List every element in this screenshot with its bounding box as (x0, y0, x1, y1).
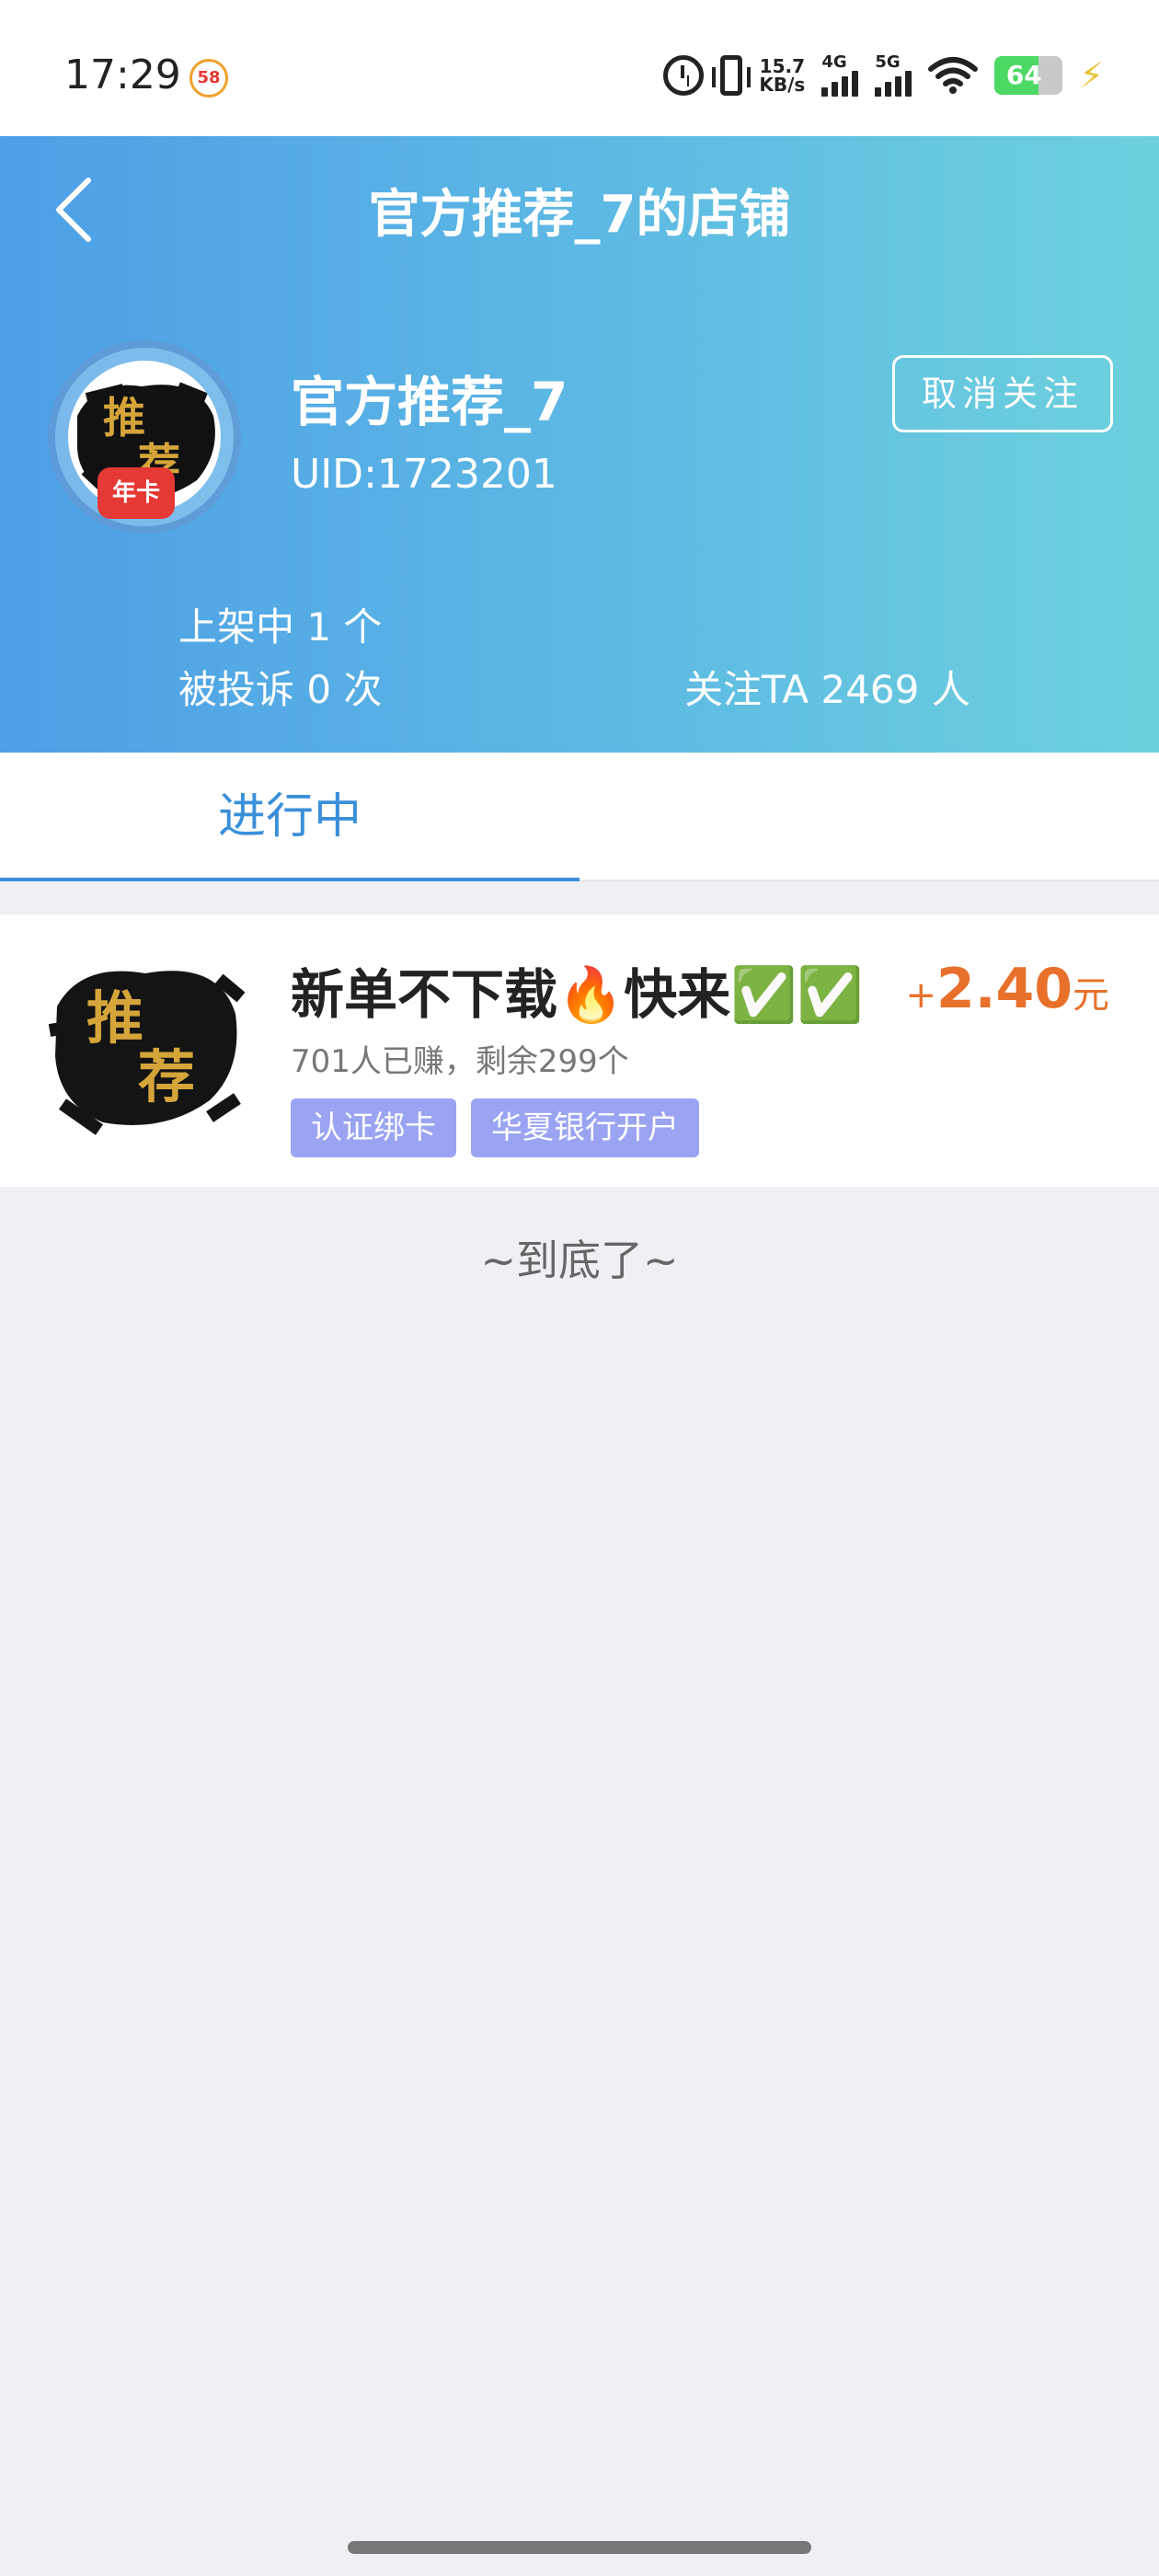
list-end-text: ~到底了~ (480, 1236, 679, 1285)
svg-text:推: 推 (103, 393, 145, 443)
tab-active-indicator (0, 878, 580, 881)
alarm-icon (663, 55, 705, 96)
signal-4g-icon: 4G (821, 52, 859, 97)
vibrate-icon (712, 55, 752, 96)
signal-5g-icon: 5G (875, 54, 912, 97)
network-speed-value: 15.7 (759, 55, 806, 77)
status-icons: 15.7 KB/s 4G 5G 64 ⚡ (663, 48, 1104, 103)
reward-plus: + (905, 974, 936, 1017)
task-reward: +2.40元 (905, 957, 1109, 1021)
page-title: 官方推荐_7的店铺 (368, 185, 791, 245)
unfollow-button[interactable]: 取消关注 (892, 355, 1113, 432)
task-tag: 华夏银行开户 (471, 1098, 699, 1157)
annual-card-badge: 年卡 (98, 467, 175, 519)
battery-level: 64 (1005, 60, 1042, 90)
shop-name: 官方推荐_7 (291, 371, 568, 433)
app-notification-icon: 58 (189, 59, 228, 98)
network-speed-unit: KB/s (759, 74, 806, 96)
signal-5g-label: 5G (875, 52, 901, 72)
task-title: 新单不下载🔥快来✅✅ (291, 963, 864, 1026)
tab-bar: 进行中 (0, 753, 1159, 881)
svg-text:荐: 荐 (138, 1043, 195, 1110)
wifi-icon (928, 57, 979, 94)
charging-bolt-icon: ⚡ (1079, 55, 1104, 96)
reward-unit: 元 (1073, 974, 1109, 1017)
task-thumbnail-icon: 推 荐 (48, 971, 245, 1135)
svg-text:推: 推 (86, 984, 143, 1052)
signal-4g-label: 4G (821, 52, 847, 72)
complaint-count: 被投诉 0 次 (178, 667, 383, 712)
reward-amount: 2.40 (935, 957, 1073, 1021)
app-root: 17:29 58 15.7 KB/s 4G 5G 64 ⚡ 官方推荐_7的店铺 … (0, 0, 1159, 2576)
task-progress: 701人已赚，剩余299个 (291, 1043, 629, 1080)
status-time: 17:29 (64, 52, 181, 98)
follower-count: 关注TA 2469 人 (684, 667, 970, 712)
task-tag: 认证绑卡 (291, 1098, 456, 1157)
home-indicator[interactable] (348, 2541, 811, 2554)
task-tags: 认证绑卡 华夏银行开户 (291, 1098, 699, 1157)
on-shelf-count: 上架中 1 个 (178, 604, 383, 650)
shop-header: 官方推荐_7的店铺 推 荐 年卡 官方推荐_7 UID:1723201 取消关注… (0, 136, 1159, 753)
task-list-item[interactable]: 推 荐 新单不下载🔥快来✅✅ 701人已赚，剩余299个 认证绑卡 华夏银行开户… (0, 914, 1159, 1187)
shop-uid: UID:1723201 (291, 451, 557, 498)
network-speed: 15.7 KB/s (759, 57, 805, 94)
battery-icon: 64 (994, 56, 1063, 95)
tab-in-progress[interactable]: 进行中 (0, 753, 580, 881)
status-bar: 17:29 58 15.7 KB/s 4G 5G 64 ⚡ (0, 0, 1159, 136)
